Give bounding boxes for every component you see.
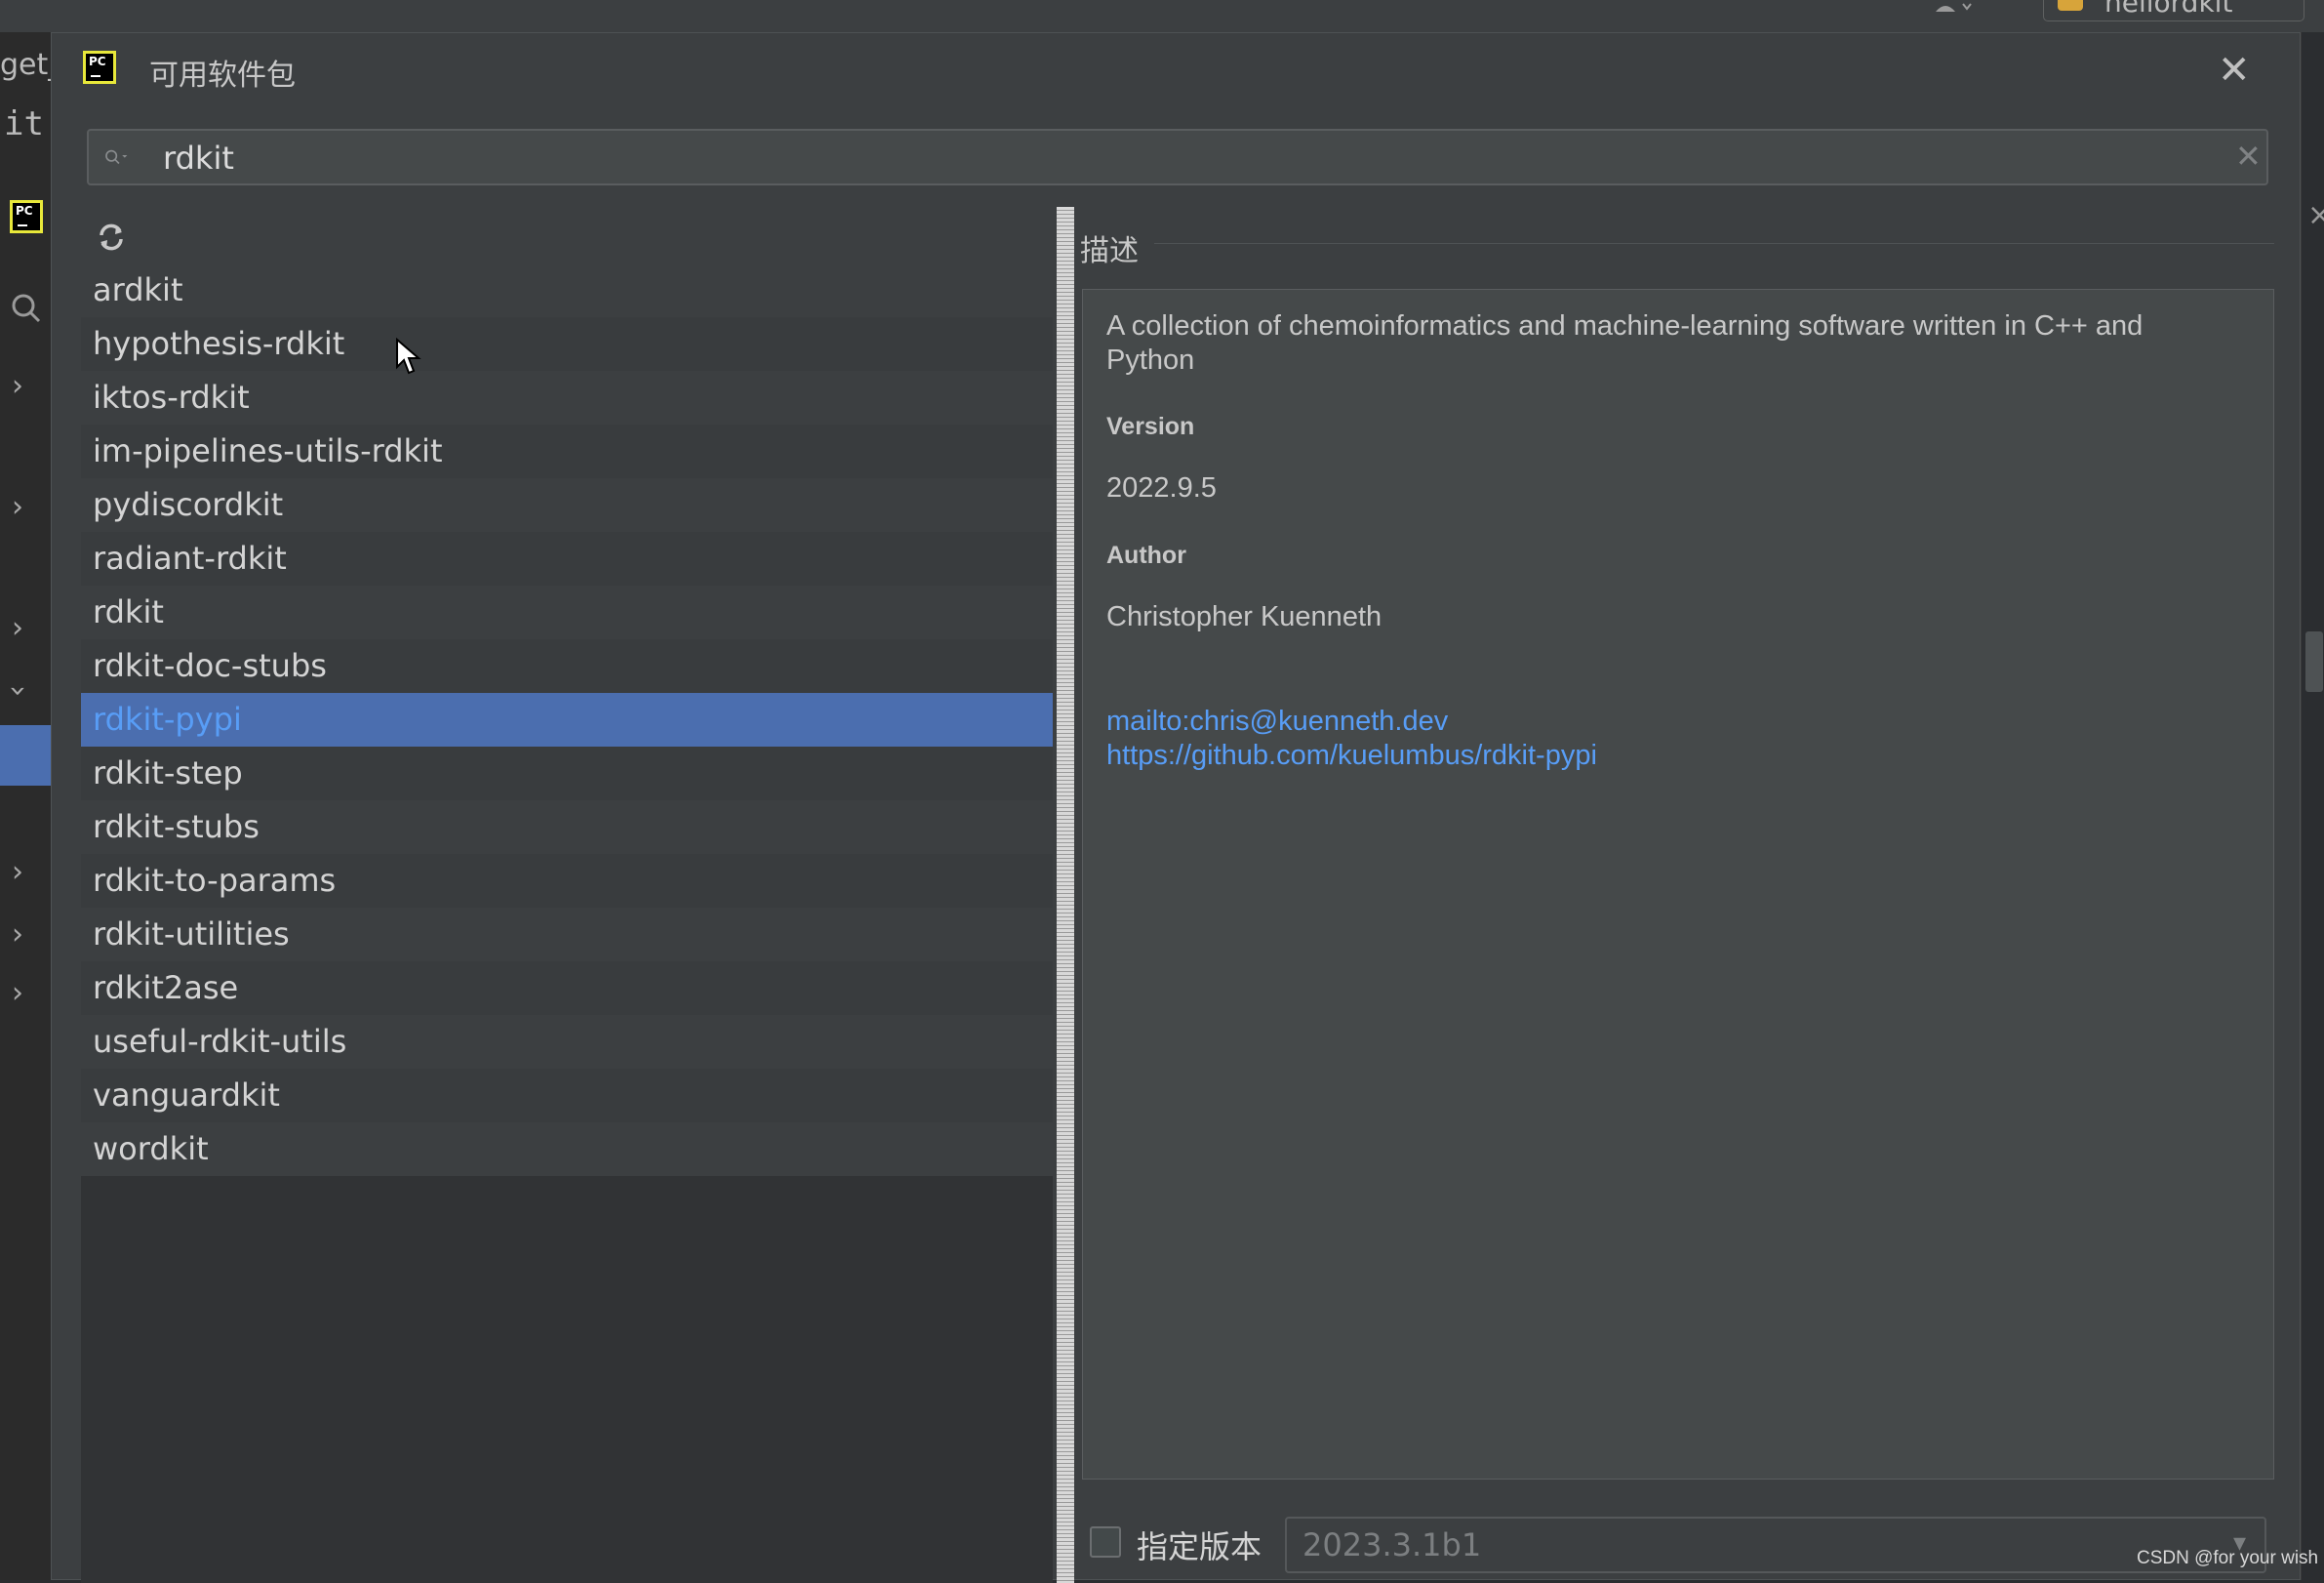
author-value: Christopher Kuenneth [1106, 601, 1382, 632]
chevron-down-icon[interactable]: › [1, 685, 35, 697]
project-name: hellordkit [2104, 0, 2233, 19]
package-list-item[interactable]: wordkit [81, 1122, 1053, 1176]
chevron-right-icon[interactable]: › [12, 979, 23, 1008]
homepage-link[interactable]: https://github.com/kuelumbus/rdkit-pypi [1106, 740, 1597, 772]
panel-splitter[interactable] [1057, 207, 1074, 1583]
package-list-item[interactable]: pydiscordkit [81, 478, 1053, 532]
package-list-item[interactable]: rdkit-doc-stubs [81, 639, 1053, 693]
clear-search-icon[interactable]: ✕ [2235, 141, 2262, 172]
chevron-right-icon[interactable]: › [12, 920, 23, 950]
list-toolbar [81, 207, 1053, 264]
package-list-item[interactable]: rdkit-to-params [81, 854, 1053, 908]
version-dropdown[interactable]: 2023.3.1b1 ▾ [1285, 1517, 2266, 1573]
description-header: 描述 [1080, 234, 1139, 268]
package-list-item[interactable]: im-pipelines-utils-rdkit [81, 425, 1053, 478]
package-list-item[interactable]: rdkit-step [81, 747, 1053, 800]
chevron-right-icon[interactable]: › [12, 858, 23, 887]
user-icon[interactable] [1934, 0, 1975, 14]
search-icon[interactable] [6, 288, 45, 327]
close-icon[interactable]: × [2307, 198, 2324, 232]
package-list-item[interactable]: vanguardkit [81, 1069, 1053, 1122]
package-list-item[interactable]: rdkit-pypi [81, 693, 1053, 747]
version-dropdown-value: 2023.3.1b1 [1302, 1526, 1482, 1563]
package-list-item[interactable]: useful-rdkit-utils [81, 1015, 1053, 1069]
dialog-title-bar: PC 可用软件包 ✕ [52, 33, 2300, 105]
pycharm-icon: PC [10, 200, 43, 233]
package-list-item[interactable]: ardkit [81, 264, 1053, 317]
specify-version-label: 指定版本 [1137, 1528, 1262, 1565]
chevron-right-icon[interactable]: › [12, 372, 23, 401]
chevron-right-icon[interactable]: › [12, 493, 23, 522]
author-label: Author [1106, 542, 1186, 569]
dialog-title: 可用软件包 [149, 59, 296, 93]
specify-version-checkbox[interactable] [1090, 1526, 1121, 1558]
package-list-item[interactable]: radiant-rdkit [81, 532, 1053, 586]
package-list-item[interactable]: iktos-rdkit [81, 371, 1053, 425]
refresh-icon[interactable] [95, 221, 128, 254]
package-list-item[interactable]: rdkit-utilities [81, 908, 1053, 961]
ide-right-strip: × [2301, 32, 2324, 1580]
header-separator [1154, 243, 2274, 244]
selected-tree-row[interactable] [0, 725, 51, 786]
mouse-cursor-icon [396, 338, 421, 375]
search-input[interactable] [161, 137, 2214, 180]
search-icon [105, 149, 128, 165]
scrollbar-thumb[interactable] [2305, 631, 2323, 692]
package-list-item[interactable]: rdkit2ase [81, 961, 1053, 1015]
package-list-item[interactable]: hypothesis-rdkit [81, 317, 1053, 371]
package-list-panel: ardkit hypothesis-rdkit iktos-rdkit im-pipe… [81, 207, 1053, 1583]
search-box[interactable]: ✕ [87, 129, 2268, 185]
chevron-right-icon[interactable]: › [12, 614, 23, 643]
description-panel: A collection of chemoinformatics and mac… [1082, 289, 2274, 1480]
package-list-item[interactable]: rdkit [81, 586, 1053, 639]
version-label: Version [1106, 413, 1195, 440]
email-link[interactable]: mailto:chris@kuenneth.dev [1106, 706, 1448, 738]
project-selector[interactable]: hellordkit [2043, 0, 2304, 21]
watermark: CSDN @for your wish [2137, 1548, 2319, 1568]
editor-text-fragment-2: it [4, 104, 44, 143]
pycharm-icon: PC [83, 51, 116, 84]
ide-top-bar: hellordkit [0, 0, 2324, 33]
python-icon [2058, 0, 2083, 11]
close-button[interactable]: ✕ [2218, 51, 2251, 90]
version-value: 2022.9.5 [1106, 472, 1217, 504]
package-list-item[interactable]: rdkit-stubs [81, 800, 1053, 854]
package-summary: A collection of chemoinformatics and mac… [1106, 310, 2144, 376]
ide-left-strip: get_ it PC › › › › › › › [0, 32, 62, 1580]
available-packages-dialog: PC 可用软件包 ✕ ✕ ardkithypothesis-rdkitiktos… [51, 32, 2301, 1583]
